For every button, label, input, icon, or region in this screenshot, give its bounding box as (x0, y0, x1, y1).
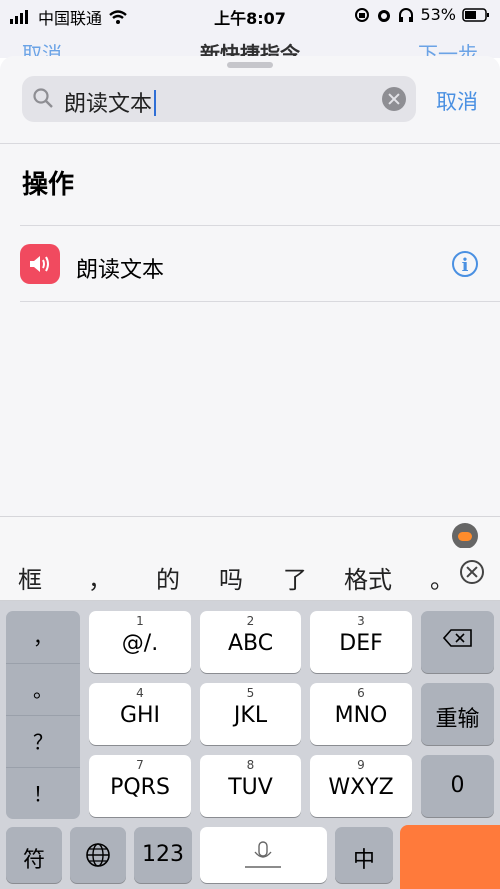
divider (0, 143, 500, 144)
divider (20, 301, 500, 302)
microphone-icon (245, 841, 281, 868)
search-icon (33, 88, 53, 108)
key-7[interactable]: 7 PQRS (89, 755, 191, 817)
space-key[interactable] (200, 827, 327, 883)
keyboard-toolbar (0, 516, 500, 549)
section-title: 操作 (22, 170, 75, 200)
candidate-item[interactable]: 吗 (219, 560, 243, 595)
search-field[interactable]: 朗读文本 (22, 76, 416, 122)
cancel-button[interactable]: 取消 (436, 86, 478, 116)
info-icon[interactable]: i (452, 251, 478, 277)
headphones-icon (399, 7, 414, 22)
candidate-bar: 框 ， 的 吗 了 格式 。 (0, 548, 500, 601)
key-3[interactable]: 3 DEF (310, 611, 412, 673)
background-nav: 取消 新快捷指令 下一步 (0, 30, 500, 66)
status-bar: 中国联通 上午8:07 53% (0, 0, 500, 30)
punct-key[interactable]: ！ (6, 767, 80, 820)
key-9[interactable]: 9 WXYZ (310, 755, 412, 817)
keyboard-mascot-icon[interactable] (452, 523, 478, 549)
backspace-key[interactable] (421, 611, 494, 673)
search-input[interactable]: 朗读文本 (64, 86, 157, 118)
return-key[interactable] (400, 825, 500, 889)
battery-percent: 53% (420, 5, 456, 24)
punct-key[interactable]: 。 (6, 663, 80, 716)
candidate-item[interactable]: 格式 (344, 560, 392, 595)
speaker-icon (20, 244, 60, 284)
keyboard: ， 。 ？ ！ 1 @/. 2 ABC 3 DEF 4 GHI 5 JKL 6 MNO 重输… (0, 601, 500, 889)
punctuation-column: ， 。 ？ ！ (6, 611, 80, 819)
key-1[interactable]: 1 @/. (89, 611, 191, 673)
language-key[interactable]: 中 (335, 827, 393, 883)
key-0[interactable]: 0 (421, 755, 494, 817)
key-8[interactable]: 8 TUV (200, 755, 301, 817)
key-5[interactable]: 5 JKL (200, 683, 301, 745)
reenter-key[interactable]: 重输 (421, 683, 494, 745)
close-candidates-icon[interactable] (460, 560, 484, 584)
candidate-item[interactable]: 的 (156, 560, 180, 595)
globe-key[interactable] (70, 827, 126, 883)
candidate-item[interactable]: ， (88, 560, 112, 595)
battery-icon (462, 7, 489, 22)
candidate-item[interactable]: 框 (18, 560, 42, 595)
result-row-speak-text[interactable]: 朗读文本 i (0, 226, 500, 302)
symbols-key[interactable]: 符 (6, 827, 62, 883)
punct-key[interactable]: ， (6, 611, 80, 663)
sheet-grabber[interactable] (227, 62, 273, 68)
number-mode-key[interactable]: 123 (134, 827, 192, 883)
candidate-item[interactable]: 。 (430, 560, 454, 595)
alarm-icon (378, 9, 391, 22)
result-label: 朗读文本 (76, 258, 165, 283)
rotation-lock-icon (355, 7, 370, 22)
backspace-icon (443, 629, 472, 647)
globe-icon (86, 843, 110, 867)
key-6[interactable]: 6 MNO (310, 683, 412, 745)
key-4[interactable]: 4 GHI (89, 683, 191, 745)
action-search-sheet: 朗读文本 取消 操作 朗读文本 i (0, 56, 500, 516)
text-caret (154, 90, 157, 116)
clear-search-button[interactable] (382, 87, 406, 111)
key-2[interactable]: 2 ABC (200, 611, 301, 673)
candidate-item[interactable]: 了 (283, 560, 307, 595)
punct-key[interactable]: ？ (6, 715, 80, 768)
